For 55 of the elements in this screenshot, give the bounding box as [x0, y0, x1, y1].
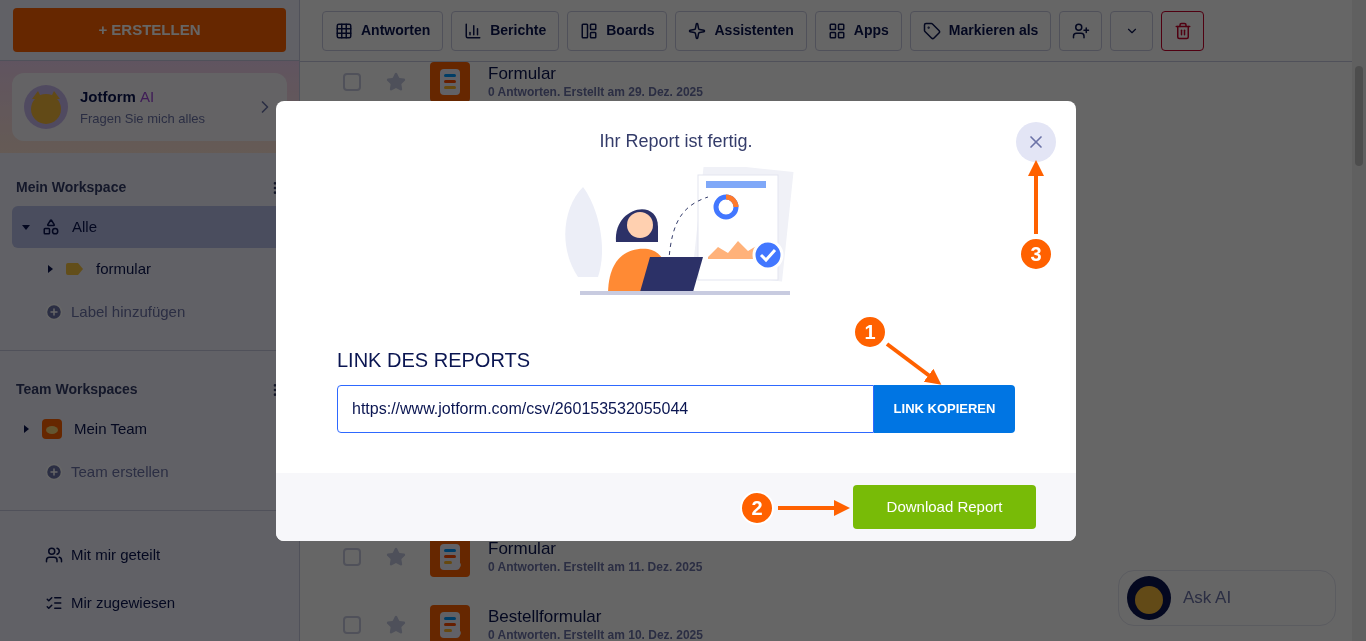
- ai-card-title: Jotform AI: [80, 87, 156, 107]
- form-title[interactable]: Formular: [488, 539, 703, 559]
- avatar-icon: [24, 85, 68, 129]
- section-heading: Team Workspaces: [16, 380, 138, 399]
- ai-assistant-card[interactable]: Jotform AI Fragen Sie mich alles: [12, 73, 287, 141]
- label-tag-icon: [66, 263, 84, 275]
- caret-down-icon[interactable]: [22, 223, 30, 231]
- sidebar-link[interactable]: Mir zugewiesen: [0, 579, 299, 627]
- form-meta: 0 Antworten. Erstellt am 29. Dez. 2025: [488, 84, 703, 100]
- copy-link-button[interactable]: LINK KOPIEREN: [874, 385, 1015, 433]
- plus-circle-icon: [45, 463, 63, 481]
- grid-icon: [335, 21, 353, 40]
- sidebar-link[interactable]: Mit mir geteilt: [0, 531, 299, 579]
- scrollbar[interactable]: [1352, 0, 1366, 641]
- user-plus-icon: [1071, 21, 1090, 40]
- board-icon: [580, 21, 599, 40]
- bar-chart-icon: [464, 21, 483, 40]
- star-icon[interactable]: [386, 547, 406, 567]
- apps-icon: [827, 21, 846, 40]
- toolbar-button[interactable]: Markieren als: [909, 10, 1052, 51]
- tag-icon: [922, 21, 941, 40]
- annotation-arrow: [778, 500, 850, 516]
- toolbar-button[interactable]: Apps: [814, 10, 902, 51]
- toolbar-button[interactable]: Assistenten: [675, 10, 807, 51]
- close-button[interactable]: [1016, 122, 1056, 162]
- toolbar-button[interactable]: Boards: [567, 10, 668, 51]
- dialog-title: Ihr Report ist fertig.: [599, 130, 753, 153]
- form-title[interactable]: Bestellformular: [488, 607, 703, 627]
- star-icon[interactable]: [386, 72, 406, 92]
- plus-circle-icon: [45, 303, 63, 321]
- caret-right-icon[interactable]: [22, 425, 30, 433]
- download-report-button[interactable]: Download Report: [853, 485, 1036, 529]
- form-title[interactable]: Formular: [488, 64, 703, 84]
- toolbar-button[interactable]: Berichte: [451, 10, 560, 51]
- star-icon[interactable]: [386, 615, 406, 635]
- caret-right-icon[interactable]: [46, 265, 54, 273]
- form-meta: 0 Antworten. Erstellt am 10. Dez. 2025: [488, 627, 703, 641]
- shapes-icon: [42, 218, 60, 236]
- team-avatar-icon: [42, 419, 62, 439]
- delete-button[interactable]: [1161, 10, 1205, 51]
- toolbar-icon-button[interactable]: [1059, 10, 1103, 51]
- avatar-icon: [1127, 576, 1171, 620]
- ask-ai-widget[interactable]: Ask AI: [1118, 570, 1336, 626]
- checklist-icon: [45, 594, 63, 612]
- create-button[interactable]: + ERSTELLEN: [13, 8, 286, 52]
- section-heading: Mein Workspace: [16, 178, 127, 197]
- ai-card-subtitle: Fragen Sie mich alles: [80, 109, 206, 128]
- link-field[interactable]: https://www.jotform.com/csv/260153532055044: [337, 385, 874, 433]
- toolbar-button[interactable]: Antworten: [322, 10, 444, 51]
- form-meta: 0 Antworten. Erstellt am 11. Dez. 2025: [488, 559, 703, 575]
- trash-icon: [1173, 21, 1192, 40]
- sparkle-icon: [688, 21, 707, 40]
- users-icon: [45, 546, 63, 564]
- link-label: LINK DES REPORTS: [337, 348, 531, 373]
- annotation-arrow: [885, 342, 942, 385]
